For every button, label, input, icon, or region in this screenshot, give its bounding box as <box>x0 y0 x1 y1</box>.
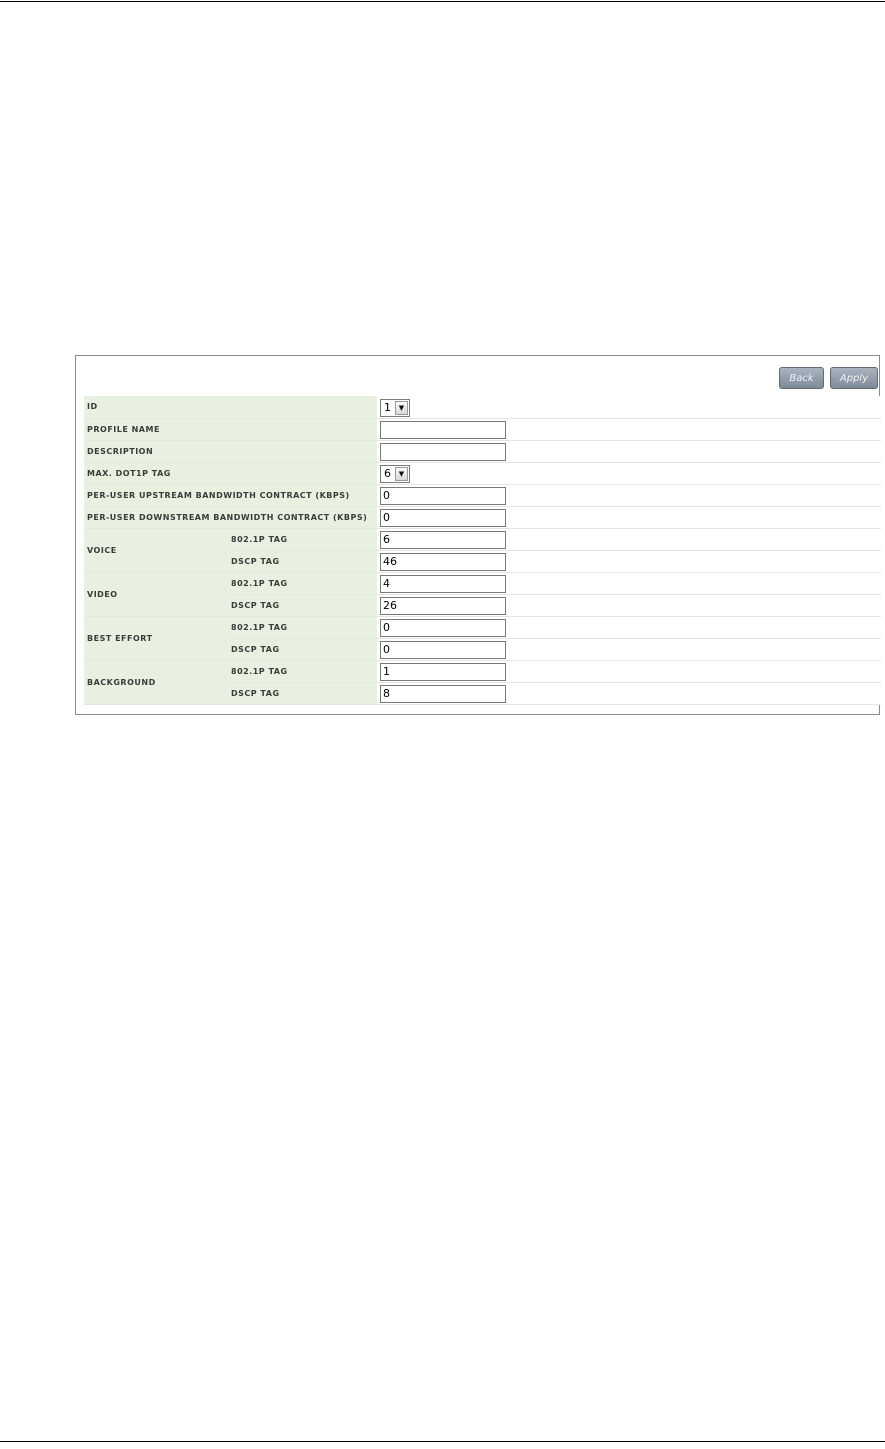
best-effort-dscp-input[interactable]: 0 <box>380 640 506 659</box>
best-effort-dot1p-input[interactable]: 0 <box>380 618 506 637</box>
max-dot1p-select-value: 6 <box>384 467 391 481</box>
apply-button[interactable]: Apply <box>830 367 878 389</box>
profile-config-table: ID 1 ▼ PROFILE NAME DESCRIPTION MAX. DOT… <box>84 396 881 705</box>
upstream-label: PER-USER UPSTREAM BANDWIDTH CONTRACT (KB… <box>84 484 377 507</box>
row-upstream: PER-USER UPSTREAM BANDWIDTH CONTRACT (KB… <box>84 484 881 507</box>
row-downstream: PER-USER DOWNSTREAM BANDWIDTH CONTRACT (… <box>84 506 881 529</box>
row-description: DESCRIPTION <box>84 440 881 463</box>
voice-dot1p-input[interactable]: 6 <box>380 530 506 549</box>
chevron-down-icon: ▼ <box>395 400 408 415</box>
back-button[interactable]: Back <box>779 367 824 389</box>
video-dot1p-label: 802.1P TAG <box>227 572 377 595</box>
video-dot1p-input[interactable]: 4 <box>380 574 506 593</box>
upstream-input[interactable]: 0 <box>380 486 506 505</box>
voice-label: VOICE <box>84 528 227 573</box>
background-label: BACKGROUND <box>84 660 227 705</box>
voice-dot1p-label: 802.1P TAG <box>227 528 377 551</box>
description-input[interactable] <box>380 442 506 461</box>
row-id: ID 1 ▼ <box>84 396 881 419</box>
page-bottom-rule <box>0 1441 885 1442</box>
id-label: ID <box>84 396 377 419</box>
row-video-dot1p: VIDEO 802.1P TAG 4 <box>84 572 881 617</box>
video-dscp-label: DSCP TAG <box>227 594 377 617</box>
max-dot1p-select[interactable]: 6 ▼ <box>380 464 410 483</box>
profile-name-label: PROFILE NAME <box>84 418 377 441</box>
voice-dscp-input[interactable]: 46 <box>380 552 506 571</box>
best-effort-dot1p-label: 802.1P TAG <box>227 616 377 639</box>
video-dscp-input[interactable]: 26 <box>380 596 506 615</box>
background-dot1p-input[interactable]: 1 <box>380 662 506 681</box>
profile-name-input[interactable] <box>380 420 506 439</box>
row-best-effort-dot1p: BEST EFFORT 802.1P TAG 0 <box>84 616 881 661</box>
row-max-dot1p: MAX. DOT1P TAG 6 ▼ <box>84 462 881 485</box>
toolbar: Back Apply <box>76 356 879 396</box>
row-voice-dot1p: VOICE 802.1P TAG 6 <box>84 528 881 573</box>
background-dot1p-label: 802.1P TAG <box>227 660 377 683</box>
id-select[interactable]: 1 ▼ <box>380 398 410 417</box>
id-select-value: 1 <box>384 401 391 414</box>
qos-profile-panel: Back Apply ID 1 ▼ PROFILE NAME DESCRIPTI… <box>75 355 881 715</box>
row-profile-name: PROFILE NAME <box>84 418 881 441</box>
downstream-label: PER-USER DOWNSTREAM BANDWIDTH CONTRACT (… <box>84 506 377 529</box>
background-dscp-label: DSCP TAG <box>227 682 377 705</box>
row-background-dot1p: BACKGROUND 802.1P TAG 1 <box>84 660 881 705</box>
chevron-down-icon: ▼ <box>395 466 408 481</box>
video-label: VIDEO <box>84 572 227 617</box>
max-dot1p-label: MAX. DOT1P TAG <box>84 462 377 485</box>
background-dscp-input[interactable]: 8 <box>380 684 506 703</box>
best-effort-label: BEST EFFORT <box>84 616 227 661</box>
voice-dscp-label: DSCP TAG <box>227 550 377 573</box>
best-effort-dscp-label: DSCP TAG <box>227 638 377 661</box>
downstream-input[interactable]: 0 <box>380 508 506 527</box>
description-label: DESCRIPTION <box>84 440 377 463</box>
page-top-rule <box>0 1 885 2</box>
